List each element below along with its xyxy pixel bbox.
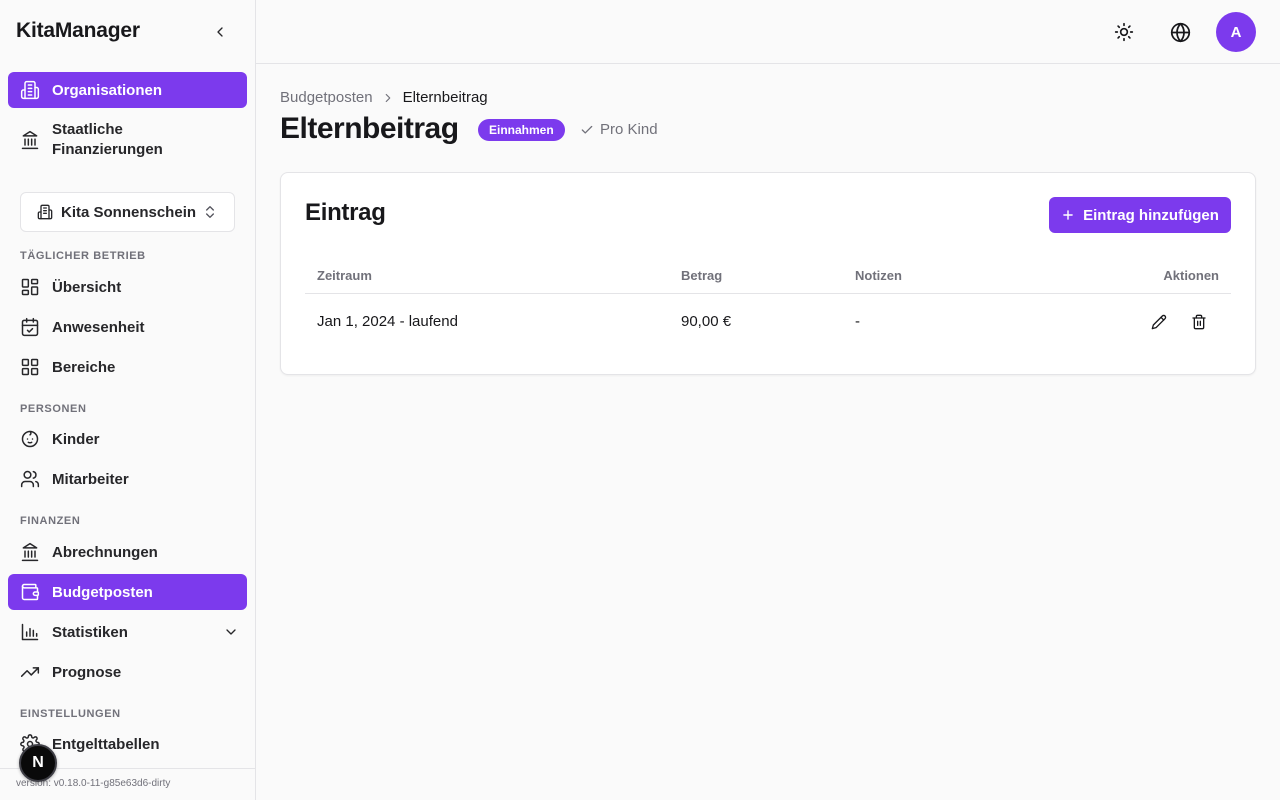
grid-icon (20, 357, 40, 377)
top-bar: A (256, 0, 1280, 64)
column-header-zeitraum: Zeitraum (317, 268, 372, 283)
check-icon (580, 123, 594, 137)
app-logo: KitaManager (16, 19, 140, 42)
cell-notes: - (855, 313, 860, 330)
bar-chart-icon (20, 622, 40, 642)
user-avatar[interactable]: A (1216, 12, 1256, 52)
column-header-betrag: Betrag (681, 268, 723, 283)
sidebar-item-anwesenheit[interactable]: Anwesenheit (8, 309, 247, 345)
sidebar-item-label: Mitarbeiter (52, 470, 129, 488)
section-label-taeglicher-betrieb: TÄGLICHER BETRIEB (20, 250, 146, 262)
sun-icon (1114, 22, 1134, 42)
column-header-notizen: Notizen (855, 268, 902, 283)
chevron-left-icon (217, 27, 223, 37)
sidebar-item-label: Anwesenheit (52, 318, 145, 336)
per-child-label: Pro Kind (600, 121, 658, 138)
section-label-einstellungen: EINSTELLUNGEN (20, 708, 121, 720)
sidebar-item-label: Abrechnungen (52, 543, 158, 561)
column-header-aktionen: Aktionen (1163, 268, 1219, 283)
breadcrumb: Budgetposten Elternbeitrag (280, 89, 488, 106)
edit-entry-button[interactable] (1148, 311, 1170, 333)
sidebar-item-bereiche[interactable]: Bereiche (8, 349, 247, 385)
collapse-sidebar-button[interactable] (208, 20, 232, 44)
sidebar-item-label: Bereiche (52, 358, 116, 376)
sidebar-item-label: Kinder (52, 430, 100, 448)
chevrons-up-down-icon (202, 204, 218, 220)
chevron-right-icon (381, 91, 395, 105)
table-row: Jan 1, 2024 - laufend 90,00 € - (305, 294, 1231, 350)
landmark-icon (20, 542, 40, 562)
sidebar-item-staatliche-finanzierungen[interactable]: Staatliche Finanzierungen (8, 112, 247, 168)
delete-entry-button[interactable] (1188, 311, 1210, 333)
wallet-icon (20, 582, 40, 602)
section-label-personen: PERSONEN (20, 403, 87, 415)
trash-icon (1192, 314, 1206, 330)
add-entry-label: Eintrag hinzufügen (1083, 206, 1219, 224)
theme-toggle-button[interactable] (1112, 20, 1136, 44)
trending-up-icon (20, 662, 40, 682)
sidebar-item-label: Übersicht (52, 278, 122, 296)
pencil-icon (1151, 314, 1167, 330)
organization-selector[interactable]: Kita Sonnenschein (20, 192, 235, 232)
sidebar-item-label: Statistiken (52, 623, 128, 641)
sidebar-item-budgetposten[interactable]: Budgetposten (8, 574, 247, 610)
table-header: Zeitraum Betrag Notizen Aktionen (305, 257, 1231, 294)
building-icon (37, 204, 53, 220)
users-icon (20, 469, 40, 489)
plus-icon (1061, 208, 1075, 222)
baby-icon (20, 429, 40, 449)
sidebar: KitaManager Organisationen Staatliche Fi… (0, 0, 256, 800)
sidebar-item-uebersicht[interactable]: Übersicht (8, 269, 247, 305)
sidebar-item-statistiken[interactable]: Statistiken (8, 614, 247, 650)
entries-card: Eintrag Eintrag hinzufügen Zeitraum Betr… (280, 172, 1256, 375)
chevron-down-icon (223, 624, 239, 644)
entries-table: Zeitraum Betrag Notizen Aktionen Jan 1, … (305, 257, 1231, 350)
globe-icon (1170, 22, 1190, 42)
language-button[interactable] (1168, 20, 1192, 44)
sidebar-item-organisationen[interactable]: Organisationen (8, 72, 247, 108)
sidebar-item-abrechnungen[interactable]: Abrechnungen (8, 534, 247, 570)
calendar-check-icon (20, 317, 40, 337)
type-badge: Einnahmen (478, 119, 565, 141)
breadcrumb-link-budgetposten[interactable]: Budgetposten (280, 89, 373, 106)
sidebar-item-label: Staatliche Finanzierungen (52, 121, 163, 158)
per-child-indicator: Pro Kind (580, 121, 658, 138)
breadcrumb-current: Elternbeitrag (402, 89, 488, 106)
sidebar-item-label: Budgetposten (52, 583, 153, 601)
section-label-finanzen: FINANZEN (20, 515, 81, 527)
sidebar-item-label: Organisationen (52, 81, 163, 99)
sidebar-item-label: Entgelttabellen (52, 735, 160, 753)
layout-dashboard-icon (20, 277, 40, 297)
cell-amount: 90,00 € (681, 313, 732, 330)
sidebar-item-prognose[interactable]: Prognose (8, 654, 247, 690)
organization-selector-value: Kita Sonnenschein (61, 203, 197, 221)
page-title: Elternbeitrag (280, 112, 459, 145)
dev-tools-badge[interactable]: N (19, 744, 57, 782)
cell-period: Jan 1, 2024 - laufend (317, 313, 458, 330)
add-entry-button[interactable]: Eintrag hinzufügen (1049, 197, 1231, 233)
landmark-icon (20, 130, 40, 150)
sidebar-item-kinder[interactable]: Kinder (8, 421, 247, 457)
sidebar-item-label: Prognose (52, 663, 122, 681)
building-icon (20, 80, 40, 100)
sidebar-item-mitarbeiter[interactable]: Mitarbeiter (8, 461, 247, 497)
card-title: Eintrag (305, 199, 386, 226)
